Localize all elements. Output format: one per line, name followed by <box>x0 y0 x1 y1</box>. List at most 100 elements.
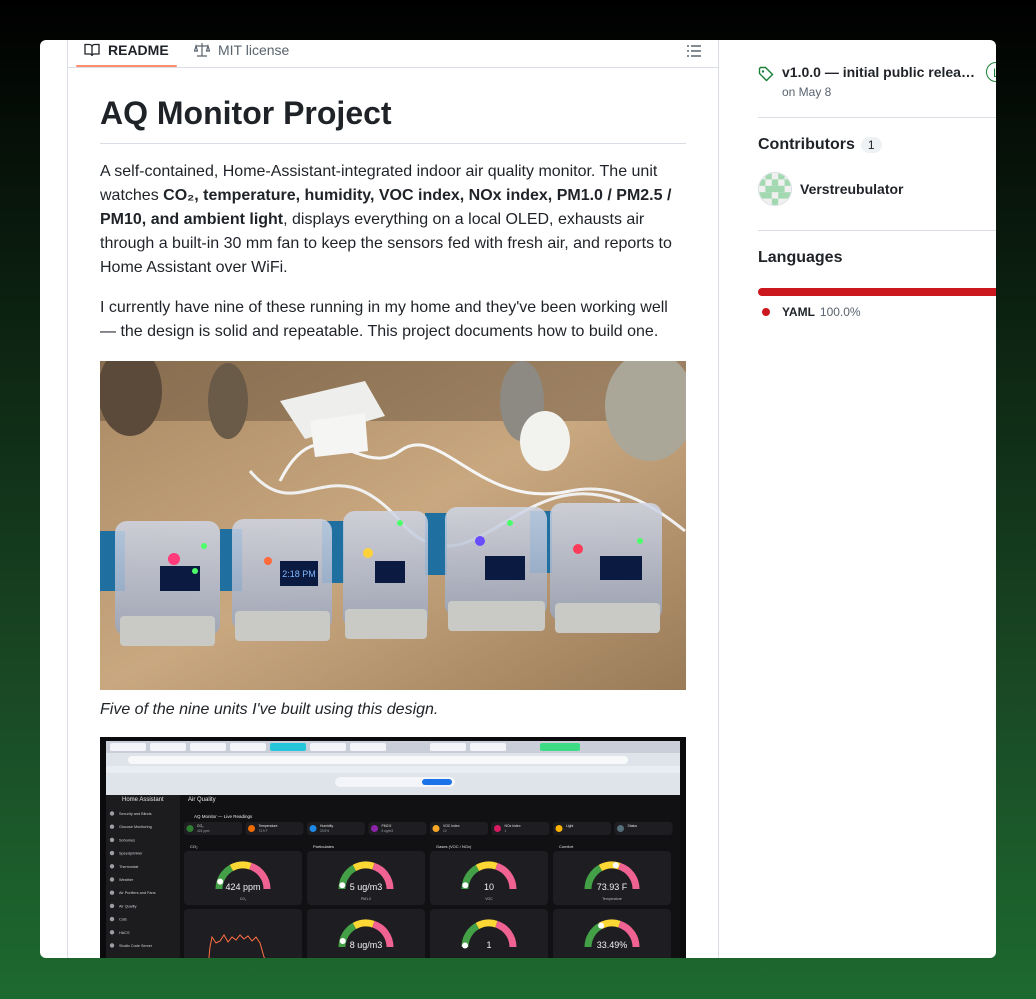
ha-view-title: Air Quality <box>188 797 216 803</box>
ha-gauge-value: 73.93 F <box>597 882 628 892</box>
ha-nav-item[interactable]: Air Quality <box>119 904 137 908</box>
ha-chip-icon <box>186 825 194 832</box>
ha-group-label: CO₂ <box>190 844 198 849</box>
dashboard-photo-drawing: Home Assistant Air Quality Security and … <box>100 737 686 958</box>
ha-chip-label: Light <box>566 824 573 828</box>
ha-gauge-needle <box>612 862 619 869</box>
language-percent: 100.0% <box>819 305 861 319</box>
ha-chip-label: PM2.5 <box>382 824 392 828</box>
units-photo-drawing: 2:18 PM <box>100 361 686 690</box>
ha-gauge-arc <box>475 861 498 872</box>
ha-chip-value: 33.5% <box>320 829 329 833</box>
ha-gauge-needle <box>339 938 346 945</box>
tab-license[interactable]: MIT license <box>194 40 289 61</box>
ha-nav-icon <box>109 930 115 935</box>
dashboard-photo: Home Assistant Air Quality Security and … <box>100 737 686 958</box>
ha-chip-label: Humidity <box>320 824 333 828</box>
ha-chip-label: CO₂ <box>197 824 204 828</box>
ha-gauge-value: 424 ppm <box>225 882 260 892</box>
oled-time: 2:18 PM <box>282 569 316 579</box>
ha-gauge-label: CO₂ <box>240 897 247 901</box>
ha-group-label: Gases (VOC / NOx) <box>436 844 472 849</box>
intro-paragraph: A self-contained, Home-Assistant-integra… <box>100 160 686 280</box>
ha-nav-item[interactable]: Thermostat <box>119 865 139 869</box>
tab-readme[interactable]: README <box>84 40 169 61</box>
scale-icon <box>194 43 210 57</box>
contributor-item[interactable]: Verstreubulator <box>758 172 903 206</box>
enclosure-group: 2:18 PM <box>100 503 662 646</box>
ha-gauge-label: VOC <box>485 897 493 901</box>
contributors-title: Contributors <box>758 136 855 153</box>
avatar[interactable] <box>758 172 792 206</box>
active-tab-indicator <box>76 65 177 67</box>
ha-gauge-card[interactable]: 8 ug/m3 <box>307 909 425 958</box>
ha-chip-icon <box>494 825 501 832</box>
repo-sidebar: v1.0.0 — initial public release L on May… <box>758 40 996 958</box>
language-color-dot <box>762 308 770 316</box>
ha-gauge-card[interactable]: 424 ppm CO₂ <box>184 851 302 905</box>
ha-chip-value: 1 <box>505 829 507 833</box>
readme-content: AQ Monitor Project A self-contained, Hom… <box>100 89 686 958</box>
tab-license-label: MIT license <box>218 42 290 58</box>
ha-chip-label: VOC Index <box>443 824 460 828</box>
ha-gauge-needle <box>339 882 346 889</box>
ha-chip-label: Status <box>628 824 638 828</box>
readme-panel: README MIT license AQ Monitor Project A … <box>67 40 719 958</box>
contributors-heading[interactable]: Contributors 1 <box>758 136 882 154</box>
ha-app-title: Home Assistant <box>122 797 164 803</box>
ha-chip-icon <box>617 825 624 832</box>
ha-gauge-needle <box>217 878 224 885</box>
second-paragraph: I currently have nine of these running i… <box>100 299 668 340</box>
contributors-count: 1 <box>860 137 882 153</box>
ha-nav-item[interactable]: Studio Code Server <box>119 944 153 948</box>
ha-gauge-label: Temperature <box>602 897 622 901</box>
ha-chip-value: 5 ug/m3 <box>382 829 394 833</box>
ha-gauge-needle <box>462 882 469 889</box>
ha-gauge-card[interactable]: 5 ug/m3 PM1.0 <box>307 851 425 905</box>
divider <box>758 230 996 231</box>
ha-chip-icon <box>371 825 378 832</box>
ha-nav-icon <box>109 837 115 843</box>
ha-nav-item[interactable]: Weather <box>119 878 134 882</box>
ha-gauge-card[interactable]: 10 VOC <box>430 851 548 905</box>
ha-gauge-value: 10 <box>484 882 494 892</box>
ha-gauge-value: 33.49% <box>597 940 628 950</box>
ha-gauge-value: 1 <box>486 940 491 950</box>
ha-nav-item[interactable]: Speedprinkler <box>119 852 143 856</box>
ha-nav-item[interactable]: Security and Blinds <box>119 812 152 816</box>
ha-chip-icon <box>248 825 255 832</box>
list-icon[interactable] <box>686 43 702 59</box>
tab-readme-label: README <box>108 42 169 58</box>
ha-nav-icon <box>109 943 115 948</box>
ha-nav-icon <box>109 903 115 909</box>
ha-gauge-needle <box>462 942 469 949</box>
ha-chip-value: 10 <box>443 829 447 833</box>
ha-nav-icon <box>109 916 115 922</box>
tag-icon <box>758 66 774 82</box>
ha-nav-item[interactable]: Cats <box>119 918 127 922</box>
browser-window: README MIT license AQ Monitor Project A … <box>40 40 996 958</box>
ha-group-label: Particulates <box>313 844 334 849</box>
ha-nav-item[interactable]: Sohomes <box>119 838 135 842</box>
ha-gauge-card[interactable]: 33.49% <box>553 909 671 958</box>
ha-gauge-card[interactable]: 73.93 F Temperature <box>553 851 671 905</box>
ha-nav-icon <box>109 824 115 829</box>
release-link[interactable]: v1.0.0 — initial public release <box>782 64 976 80</box>
ha-nav-icon <box>109 864 115 869</box>
ha-nav-icon <box>109 811 115 816</box>
ha-nav-item[interactable]: Glucose Monitoring <box>119 825 152 829</box>
ha-nav-item[interactable]: HACS <box>119 931 130 935</box>
latest-badge: L <box>986 62 996 82</box>
language-item[interactable]: YAML 100.0% <box>762 305 861 319</box>
language-name: YAML <box>782 305 815 319</box>
units-photo: 2:18 PM <box>100 361 686 690</box>
ha-gauge-value: 8 ug/m3 <box>350 940 383 950</box>
divider <box>758 117 996 118</box>
contributor-name[interactable]: Verstreubulator <box>800 181 903 197</box>
page-title: AQ Monitor Project <box>100 89 686 144</box>
ha-nav-item[interactable]: Air Purifiers and Fans <box>119 891 156 895</box>
ha-gauge-card[interactable]: 1 <box>430 909 548 958</box>
ha-nav-icon <box>109 850 115 856</box>
ha-nav-icon <box>109 877 115 882</box>
ha-gauge-value: 5 ug/m3 <box>350 882 383 892</box>
